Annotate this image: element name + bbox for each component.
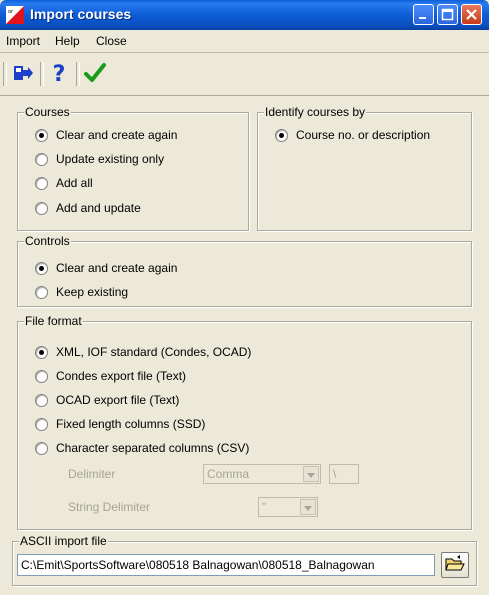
dropdown-button[interactable] [303, 466, 319, 482]
radio-label: Keep existing [56, 285, 129, 299]
string-delimiter-label: String Delimiter [68, 500, 151, 514]
radio-label: Condes export file (Text) [56, 369, 187, 383]
delimiter-char-value: \ [333, 467, 337, 481]
toolbar-separator [76, 62, 80, 86]
close-window-button[interactable] [461, 4, 482, 25]
app-icon: or [6, 6, 24, 24]
menu-close[interactable]: Close [96, 34, 127, 48]
toolbar-separator [40, 62, 44, 86]
minimize-button[interactable] [413, 4, 434, 25]
radio-label: Update existing only [56, 152, 165, 166]
radio-button[interactable] [35, 152, 48, 166]
file-format-group: File format XML, IOF standard (Condes, O… [17, 314, 472, 530]
radio-button[interactable] [35, 393, 48, 407]
delimiter-label: Delimiter [68, 467, 116, 481]
radio-button[interactable] [35, 176, 48, 190]
delimiter-value: Comma [207, 467, 250, 481]
radio-courses-add-update[interactable]: Add and update [35, 199, 141, 217]
radio-label: Clear and create again [56, 128, 178, 142]
radio-button[interactable] [35, 128, 48, 142]
radio-label: Character separated columns (CSV) [56, 441, 250, 455]
radio-button[interactable] [35, 345, 48, 359]
controls-group-title: Controls [24, 234, 71, 248]
radio-button[interactable] [275, 128, 288, 142]
toolbar-separator [3, 62, 7, 86]
menu-help[interactable]: Help [55, 34, 80, 48]
radio-format-csv[interactable]: Character separated columns (CSV) [35, 439, 249, 457]
radio-button[interactable] [35, 201, 48, 215]
window-title: Import courses [30, 6, 132, 22]
help-button[interactable]: ? [46, 61, 72, 87]
file-format-group-title: File format [24, 314, 83, 328]
dropdown-button[interactable] [300, 499, 316, 515]
controls-group: Controls Clear and create again Keep exi… [17, 234, 472, 307]
radio-label: Add and update [56, 201, 141, 215]
string-delimiter-value: " [262, 500, 267, 514]
radio-courses-add-all[interactable]: Add all [35, 174, 93, 192]
radio-label: Clear and create again [56, 261, 178, 275]
delimiter-char-field[interactable]: \ [329, 464, 359, 484]
radio-format-condes[interactable]: Condes export file (Text) [35, 367, 186, 385]
browse-button[interactable] [441, 552, 469, 578]
exit-icon [12, 63, 34, 86]
ascii-import-group-title: ASCII import file [19, 534, 108, 548]
radio-label: XML, IOF standard (Condes, OCAD) [56, 345, 252, 359]
radio-format-fixed-length[interactable]: Fixed length columns (SSD) [35, 415, 205, 433]
radio-button[interactable] [35, 369, 48, 383]
identify-courses-group: Identify courses by Course no. or descri… [257, 105, 472, 231]
menu-bar: Import Help Close [0, 30, 489, 53]
radio-label: Add all [56, 176, 93, 190]
delimiter-select[interactable]: Comma [203, 464, 321, 484]
chevron-down-icon [304, 500, 312, 514]
exit-button[interactable] [10, 61, 36, 87]
ok-button[interactable] [82, 61, 108, 87]
radio-identify-course-no[interactable]: Course no. or description [275, 126, 430, 144]
radio-controls-clear-create[interactable]: Clear and create again [35, 259, 177, 277]
open-folder-icon [445, 554, 465, 576]
radio-label: OCAD export file (Text) [56, 393, 180, 407]
string-delimiter-select[interactable]: " [258, 497, 318, 517]
identify-group-title: Identify courses by [264, 105, 367, 119]
title-bar[interactable]: or Import courses [0, 0, 489, 30]
courses-group: Courses Clear and create again Update ex… [17, 105, 249, 231]
radio-button[interactable] [35, 285, 48, 299]
radio-button[interactable] [35, 441, 48, 455]
radio-courses-clear-create[interactable]: Clear and create again [35, 126, 177, 144]
toolbar: ? [0, 53, 489, 96]
radio-label: Course no. or description [296, 128, 431, 142]
radio-button[interactable] [35, 417, 48, 431]
radio-button[interactable] [35, 261, 48, 275]
help-icon: ? [52, 61, 66, 87]
radio-controls-keep-existing[interactable]: Keep existing [35, 283, 128, 301]
checkmark-icon [83, 62, 107, 87]
chevron-down-icon [307, 467, 315, 481]
maximize-button[interactable] [437, 4, 458, 25]
radio-format-xml[interactable]: XML, IOF standard (Condes, OCAD) [35, 343, 251, 361]
menu-import[interactable]: Import [6, 34, 40, 48]
import-file-path-input[interactable]: C:\Emit\SportsSoftware\080518 Balnagowan… [17, 554, 435, 576]
courses-group-title: Courses [24, 105, 71, 119]
radio-format-ocad[interactable]: OCAD export file (Text) [35, 391, 179, 409]
radio-label: Fixed length columns (SSD) [56, 417, 206, 431]
radio-courses-update-existing[interactable]: Update existing only [35, 150, 164, 168]
